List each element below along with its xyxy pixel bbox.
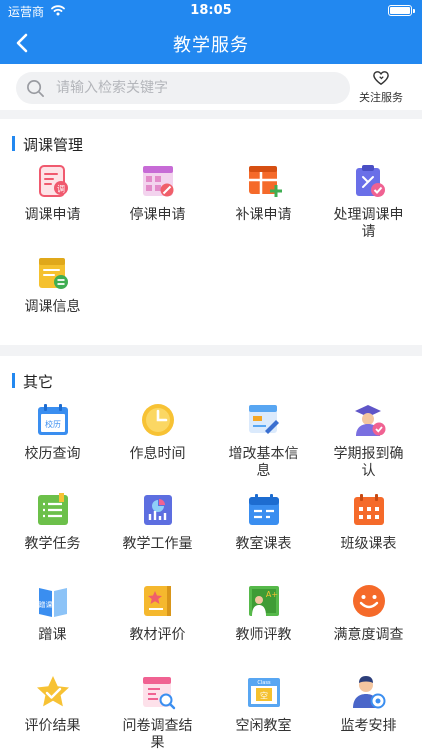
search-input[interactable] (56, 72, 336, 104)
service-item-label: 空闲教室 (235, 718, 292, 734)
clock-icon (141, 404, 174, 436)
service-item-label: 学期报到确认 (333, 446, 404, 479)
service-item-label: 调课信息 (24, 299, 81, 315)
classroom-badge-text: 空 (260, 691, 268, 701)
service-item-label: 教室课表 (235, 536, 292, 552)
edit-info-icon (248, 405, 279, 434)
proctor-icon (352, 676, 385, 709)
survey-result-icon (142, 677, 175, 710)
calendar-badge-text: 校历 (45, 419, 61, 429)
textbook-rating-icon (143, 586, 171, 616)
service-item-label: 问卷调查结果 (122, 718, 193, 750)
service-item-adjust-apply[interactable]: 调 调课申请 (0, 163, 105, 224)
adjust-class-icon: 调 (38, 165, 68, 197)
service-item-satisfaction-survey[interactable]: 满意度调查 (316, 583, 421, 644)
classroom-sign-text: Class (257, 680, 271, 686)
section-title: 调课管理 (23, 136, 84, 154)
service-item-label: 停课申请 (129, 207, 186, 223)
service-item-audit-class[interactable]: 蹭课 蹭课 (0, 583, 105, 644)
service-item-label: 班级课表 (340, 536, 397, 552)
follow-service-label: 关注服务 (359, 91, 403, 104)
service-item-adjust-info[interactable]: 调课信息 (0, 255, 105, 316)
page-title: 教学服务 (173, 35, 249, 56)
task-list-icon (37, 493, 68, 525)
classroom-schedule-icon (248, 494, 279, 525)
school-calendar-icon: 校历 (37, 404, 68, 435)
service-item-teaching-task[interactable]: 教学任务 (0, 492, 105, 553)
service-item-handle-adjust[interactable]: 处理调课申请 (316, 163, 421, 241)
service-item-label: 教学任务 (24, 536, 81, 552)
adjust-info-icon (38, 258, 68, 289)
class-schedule-icon (353, 494, 384, 525)
service-item-label: 增改基本信息 (228, 446, 299, 479)
service-item-class-schedule[interactable]: 班级课表 (316, 492, 421, 553)
service-item-label: 教师评教 (235, 627, 292, 643)
svg-text:调: 调 (57, 185, 65, 194)
section-title: 其它 (23, 373, 54, 391)
service-item-stop-apply[interactable]: 停课申请 (105, 163, 210, 224)
service-item-classroom-schedule[interactable]: 教室课表 (211, 492, 316, 553)
service-item-semester-checkin[interactable]: 学期报到确认 (316, 402, 421, 480)
section-accent-bar (12, 136, 15, 151)
section-others: 其它 校历 校历查询 作息时间 增改基本信息 学期报到确认 教学任务 教学工作量… (0, 356, 422, 750)
eval-badge-text: A+ (265, 590, 277, 599)
service-item-free-classroom[interactable]: Class 空 空闲教室 (211, 674, 316, 735)
service-item-textbook-rating[interactable]: 教材评价 (105, 583, 210, 644)
follow-service-button[interactable]: 关注服务 (356, 70, 406, 108)
service-item-label: 教材评价 (129, 627, 186, 643)
service-item-label: 监考安排 (340, 718, 397, 734)
service-item-teaching-workload[interactable]: 教学工作量 (105, 492, 210, 553)
service-item-label: 补课申请 (235, 207, 292, 223)
service-item-schedule-time[interactable]: 作息时间 (105, 402, 210, 463)
service-item-school-calendar[interactable]: 校历 校历查询 (0, 402, 105, 463)
section-adjust-management: 调课管理 调 调课申请 停课申请 补课申请 处理调课申请 调课信息 (0, 119, 422, 345)
section-accent-bar (12, 373, 15, 388)
smile-icon (352, 585, 385, 617)
audit-badge-text: 蹭课 (38, 600, 52, 609)
service-item-edit-basic-info[interactable]: 增改基本信息 (211, 402, 316, 480)
service-item-label: 作息时间 (129, 446, 186, 462)
service-item-label: 蹭课 (38, 627, 67, 643)
free-classroom-icon: Class 空 (247, 678, 280, 707)
stop-class-icon (142, 166, 173, 197)
service-item-label: 满意度调查 (333, 627, 404, 643)
audit-class-icon: 蹭课 (38, 588, 67, 617)
battery-icon (388, 5, 415, 16)
nav-bar: 教学服务 (0, 22, 422, 64)
service-item-label: 调课申请 (24, 207, 81, 223)
service-item-label: 评价结果 (24, 718, 81, 734)
service-item-label: 教学工作量 (122, 536, 193, 552)
graduate-icon (354, 405, 385, 436)
status-bar: 运营商 18:05 (0, 0, 422, 22)
service-item-survey-result[interactable]: 问卷调查结果 (105, 674, 210, 750)
search-bar: 关注服务 (0, 64, 422, 110)
makeup-class-icon (248, 166, 282, 197)
search-box[interactable] (16, 72, 350, 104)
service-item-teacher-eval[interactable]: A+ 教师评教 (211, 583, 316, 644)
workload-chart-icon (143, 495, 172, 525)
search-icon (27, 80, 44, 97)
handle-adjust-icon (355, 165, 385, 197)
heart-icon (373, 71, 389, 85)
service-item-label: 校历查询 (24, 446, 81, 462)
status-time: 18:05 (190, 3, 232, 18)
service-item-label: 处理调课申请 (333, 207, 404, 240)
star-icon (36, 676, 69, 707)
service-item-eval-result[interactable]: 评价结果 (0, 674, 105, 735)
service-item-proctor-arrangement[interactable]: 监考安排 (316, 674, 421, 735)
service-item-makeup-apply[interactable]: 补课申请 (211, 163, 316, 224)
teacher-eval-icon: A+ (248, 586, 279, 616)
